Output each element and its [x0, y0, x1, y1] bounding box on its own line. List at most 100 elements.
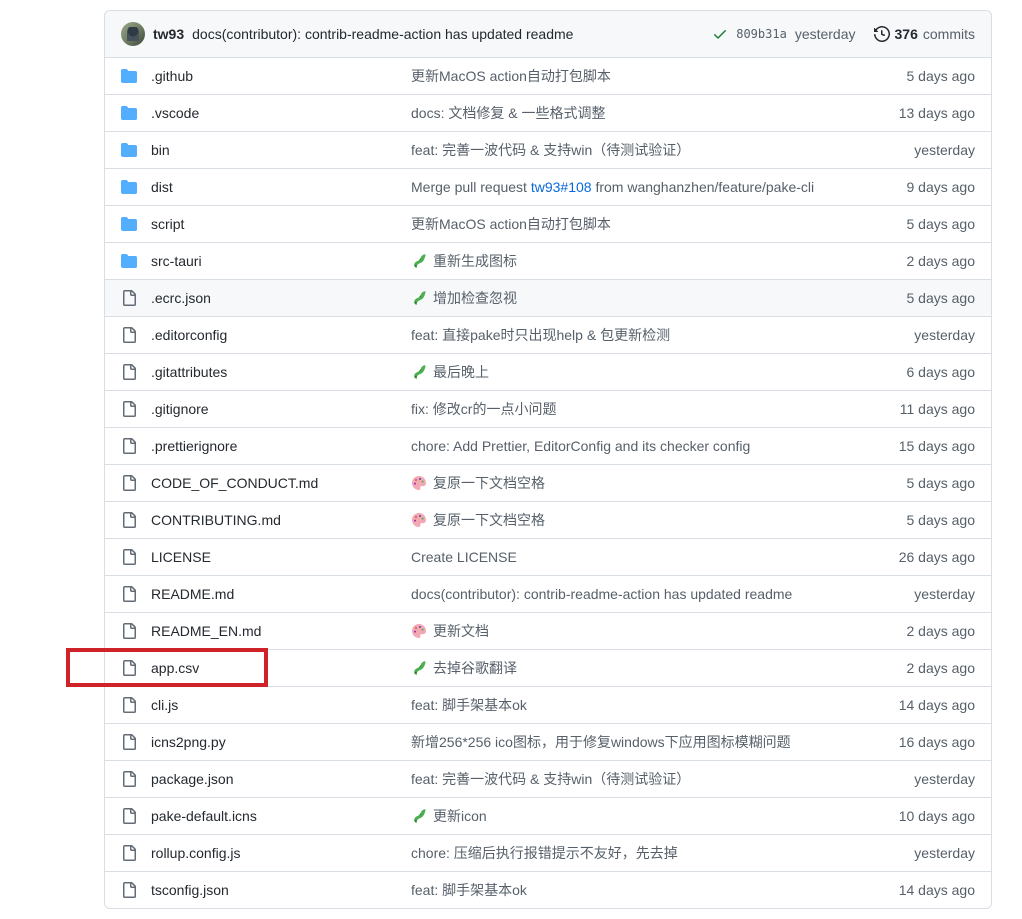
table-row: tsconfig.json feat: 脚手架基本ok 14 days ago [105, 872, 991, 908]
lizard-emoji-icon [411, 290, 427, 306]
avatar[interactable] [121, 22, 145, 46]
file-name-link[interactable]: .github [151, 68, 401, 84]
file-name-link[interactable]: rollup.config.js [151, 845, 401, 861]
file-name-link[interactable]: bin [151, 142, 401, 158]
commit-message-link[interactable]: 重新生成图标 [433, 251, 517, 271]
file-name-link[interactable]: README_EN.md [151, 623, 401, 639]
commit-message-link[interactable]: docs(contributor): contrib-readme-action… [411, 586, 792, 602]
commit-message-link[interactable]: 增加检查忽视 [433, 288, 517, 308]
commit-message-link[interactable]: 复原一下文档空格 [433, 510, 545, 530]
commit-message-link[interactable]: 更新文档 [433, 621, 489, 641]
commit-message-cell: chore: Add Prettier, EditorConfig and it… [411, 438, 845, 454]
folder-icon [121, 142, 137, 158]
commit-message-link[interactable]: 更新MacOS action自动打包脚本 [411, 66, 611, 86]
commit-message-link[interactable]: 更新MacOS action自动打包脚本 [411, 214, 611, 234]
commit-message-link[interactable]: Create LICENSE [411, 549, 517, 565]
table-row: dist Merge pull request tw93#108 from wa… [105, 169, 991, 206]
file-name-link[interactable]: icns2png.py [151, 734, 401, 750]
file-browser-card: tw93 docs(contributor): contrib-readme-a… [104, 10, 992, 909]
commit-message-link[interactable]: 复原一下文档空格 [433, 473, 545, 493]
commit-message-link[interactable]: feat: 完善一波代码 & 支持win（待测试验证） [411, 769, 690, 789]
file-icon [121, 438, 137, 454]
file-name-link[interactable]: .ecrc.json [151, 290, 401, 306]
file-name-link[interactable]: CODE_OF_CONDUCT.md [151, 475, 401, 491]
commit-date: yesterday [855, 327, 975, 343]
commit-date: 5 days ago [855, 216, 975, 232]
commit-date: 5 days ago [855, 475, 975, 491]
file-name-link[interactable]: .editorconfig [151, 327, 401, 343]
file-name-link[interactable]: pake-default.icns [151, 808, 401, 824]
latest-commit-message-link[interactable]: docs(contributor): contrib-readme-action… [192, 26, 573, 42]
file-icon [121, 401, 137, 417]
file-name-link[interactable]: app.csv [151, 660, 401, 676]
commit-message-link[interactable]: 新增256*256 ico图标，用于修复windows下应用图标模糊问题 [411, 732, 791, 752]
commit-message-link[interactable]: chore: Add Prettier, EditorConfig and it… [411, 438, 750, 454]
commit-date: 26 days ago [855, 549, 975, 565]
table-row: icns2png.py 新增256*256 ico图标，用于修复windows下… [105, 724, 991, 761]
commit-date: 5 days ago [855, 68, 975, 84]
commit-message-text: docs: 文档修复 & 一些格式调整 [411, 105, 605, 121]
file-name-link[interactable]: .prettierignore [151, 438, 401, 454]
commit-message-text: Merge pull request [411, 179, 531, 195]
commit-message-text: 最后晚上 [433, 364, 489, 380]
commit-message-link[interactable]: docs: 文档修复 & 一些格式调整 [411, 103, 605, 123]
file-name-link[interactable]: cli.js [151, 697, 401, 713]
commit-message-after: from wanghanzhen/feature/pake-cli [592, 179, 815, 195]
commits-history-link[interactable]: 376 commits [874, 26, 975, 42]
commit-message-link[interactable]: 最后晚上 [433, 362, 489, 382]
folder-icon [121, 179, 137, 195]
commit-message-link[interactable]: feat: 脚手架基本ok [411, 695, 527, 715]
table-row: README_EN.md 更新文档 2 days ago [105, 613, 991, 650]
file-name-link[interactable]: tsconfig.json [151, 882, 401, 898]
commit-message-link[interactable]: Merge pull request tw93#108 from wanghan… [411, 179, 814, 195]
commit-message-link[interactable]: chore: 压缩后执行报错提示不友好，先去掉 [411, 843, 678, 863]
commit-message-text: feat: 脚手架基本ok [411, 697, 527, 713]
commit-message-link[interactable]: feat: 直接pake时只出现help & 包更新检测 [411, 325, 670, 345]
commit-date: 2 days ago [855, 660, 975, 676]
commit-message-link[interactable]: fix: 修改cr的一点小问题 [411, 399, 556, 419]
commits-label: commits [923, 26, 975, 42]
file-name-link[interactable]: .gitignore [151, 401, 401, 417]
folder-icon [121, 68, 137, 84]
commit-message-text: feat: 完善一波代码 & 支持win（待测试验证） [411, 771, 690, 787]
commit-message-text: Create LICENSE [411, 549, 517, 565]
commit-message-cell: 更新文档 [411, 621, 845, 641]
file-name-link[interactable]: CONTRIBUTING.md [151, 512, 401, 528]
commit-message-link[interactable]: 去掉谷歌翻译 [433, 658, 517, 678]
file-name-link[interactable]: .gitattributes [151, 364, 401, 380]
file-table: .github 更新MacOS action自动打包脚本 5 days ago … [105, 58, 991, 908]
commit-message-text: chore: Add Prettier, EditorConfig and it… [411, 438, 750, 454]
table-row: CONTRIBUTING.md 复原一下文档空格 5 days ago [105, 502, 991, 539]
lizard-emoji-icon [411, 253, 427, 269]
commit-message-text: 更新icon [433, 808, 487, 824]
commit-time: yesterday [795, 26, 856, 42]
table-row: script 更新MacOS action自动打包脚本 5 days ago [105, 206, 991, 243]
commit-hash-link[interactable]: 809b31a [736, 27, 787, 41]
palette-emoji-icon [411, 475, 427, 491]
commit-date: 16 days ago [855, 734, 975, 750]
commit-ref-link[interactable]: tw93#108 [531, 179, 592, 195]
commit-message-cell: docs(contributor): contrib-readme-action… [411, 586, 845, 602]
commit-message-cell: 复原一下文档空格 [411, 510, 845, 530]
file-name-link[interactable]: .vscode [151, 105, 401, 121]
palette-emoji-icon [411, 512, 427, 528]
commit-message-link[interactable]: 更新icon [433, 806, 487, 826]
table-row: app.csv 去掉谷歌翻译 2 days ago [105, 650, 991, 687]
commit-message-text: docs(contributor): contrib-readme-action… [411, 586, 792, 602]
file-name-link[interactable]: LICENSE [151, 549, 401, 565]
commit-message-link[interactable]: feat: 完善一波代码 & 支持win（待测试验证） [411, 140, 690, 160]
commit-date: 2 days ago [855, 253, 975, 269]
palette-emoji-icon [411, 623, 427, 639]
file-name-link[interactable]: script [151, 216, 401, 232]
commit-message-text: 新增256*256 ico图标，用于修复windows下应用图标模糊问题 [411, 734, 791, 750]
commit-message-text: 增加检查忽视 [433, 290, 517, 306]
file-name-link[interactable]: dist [151, 179, 401, 195]
commit-message-link[interactable]: feat: 脚手架基本ok [411, 880, 527, 900]
commit-date: 5 days ago [855, 290, 975, 306]
file-name-link[interactable]: src-tauri [151, 253, 401, 269]
file-name-link[interactable]: package.json [151, 771, 401, 787]
commit-message-cell: 更新icon [411, 806, 845, 826]
file-name-link[interactable]: README.md [151, 586, 401, 602]
table-row: .gitignore fix: 修改cr的一点小问题 11 days ago [105, 391, 991, 428]
commit-author[interactable]: tw93 [153, 26, 184, 42]
